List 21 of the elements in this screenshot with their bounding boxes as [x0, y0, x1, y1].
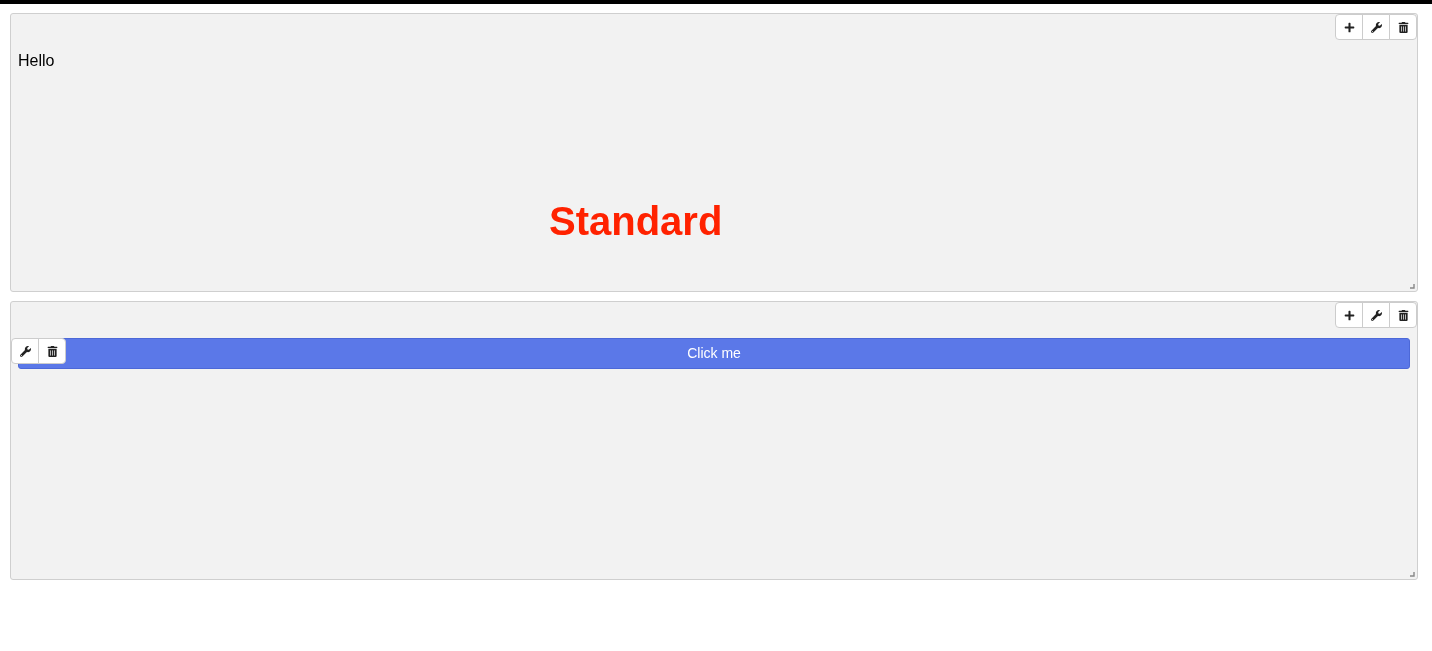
trash-icon	[1397, 21, 1409, 33]
add-button[interactable]	[1335, 302, 1363, 328]
paragraph-text: Hello	[18, 51, 55, 71]
wrench-icon	[19, 345, 31, 357]
delete-button[interactable]	[38, 338, 66, 364]
wrench-icon	[1370, 309, 1382, 321]
edit-button[interactable]	[1362, 302, 1390, 328]
delete-button[interactable]	[1389, 14, 1417, 40]
plus-icon	[1343, 21, 1355, 33]
add-button[interactable]	[1335, 14, 1363, 40]
trash-icon	[46, 345, 58, 357]
resize-handle-icon[interactable]	[1410, 572, 1415, 577]
edit-button[interactable]	[1362, 14, 1390, 40]
trash-icon	[1397, 309, 1409, 321]
heading-text: Standard	[549, 201, 723, 241]
click-button[interactable]: Click me	[18, 338, 1410, 369]
wrench-icon	[1370, 21, 1382, 33]
edit-button[interactable]	[11, 338, 39, 364]
resize-handle-icon[interactable]	[1410, 284, 1415, 289]
delete-button[interactable]	[1389, 302, 1417, 328]
plus-icon	[1343, 309, 1355, 321]
